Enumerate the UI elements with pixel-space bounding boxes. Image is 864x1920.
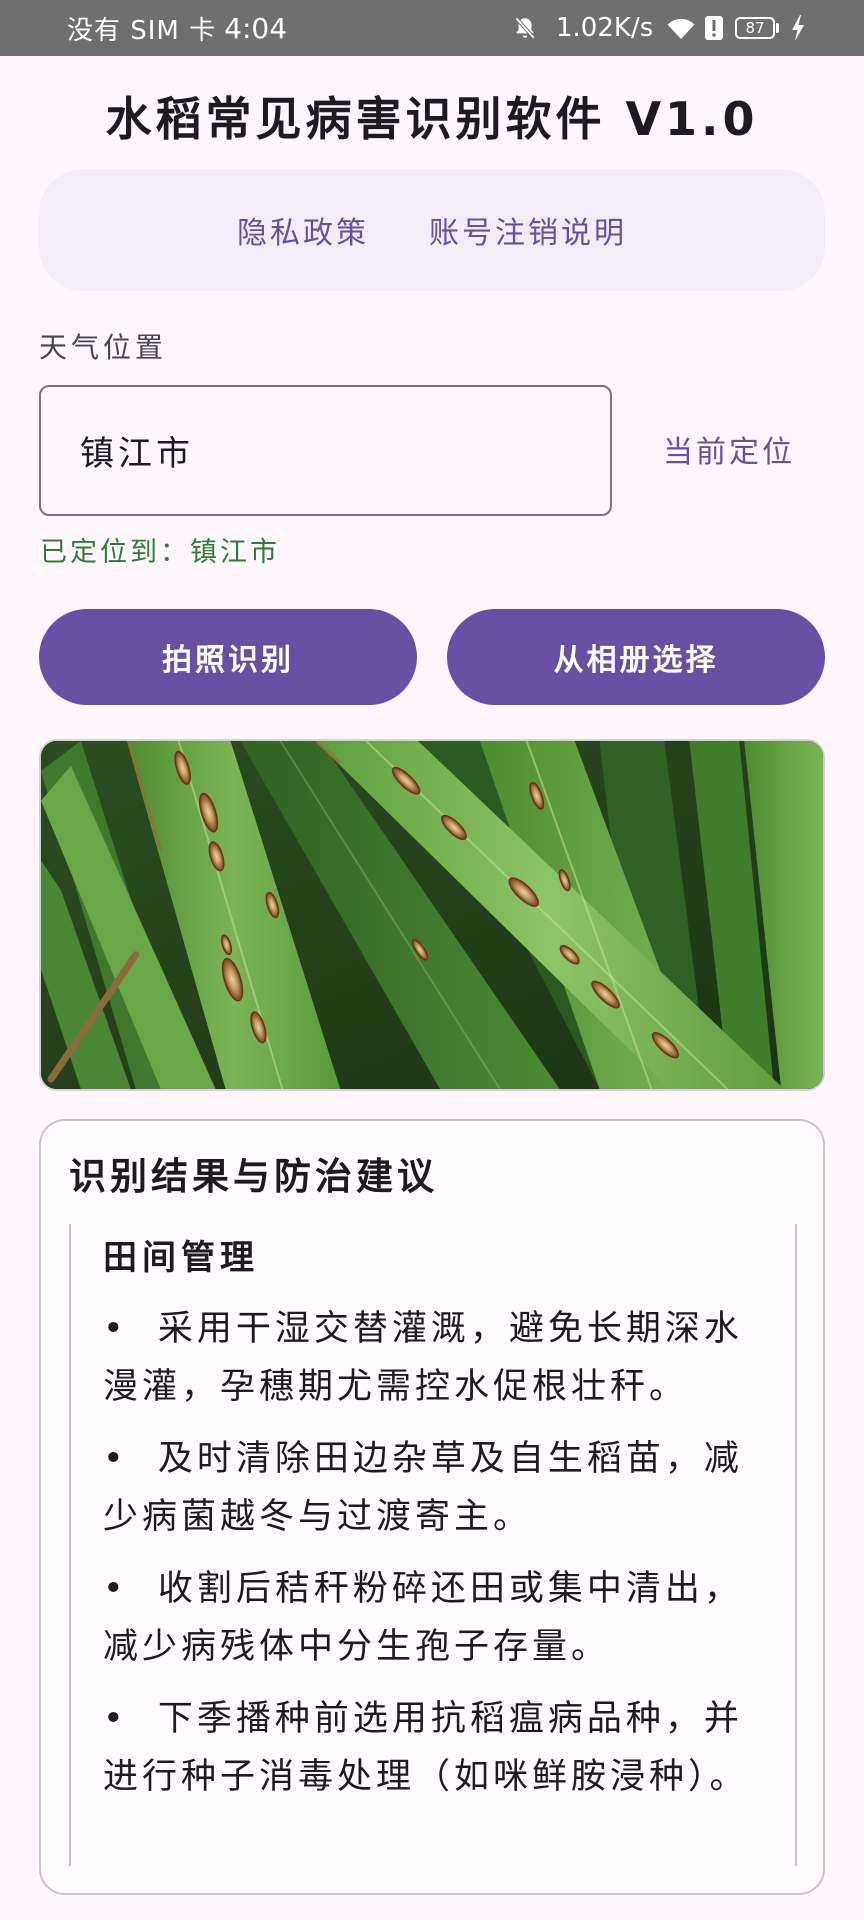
choose-from-album-button[interactable]: 从相册选择 — [447, 609, 825, 705]
location-status: 已定位到：镇江市 — [40, 537, 280, 568]
list-item: • 收割后秸秆粉碎还田或集中清出，减少病残体中分生孢子存量。 — [103, 1569, 743, 1667]
weather-location-input[interactable] — [39, 385, 612, 516]
wifi-icon — [666, 17, 696, 40]
rice-leaf-photo — [41, 741, 823, 1089]
advice-list: • 采用干湿交替灌溉，避免长期深水漫灌，孕穗期尤需控水促根壮秆。 • 及时清除田… — [103, 1300, 759, 1820]
carrier-status: 没有 SIM 卡 — [67, 15, 217, 46]
policy-links-card: 隐私政策 账号注销说明 — [39, 169, 825, 291]
result-title: 识别结果与防治建议 — [69, 1155, 438, 1198]
weather-location-label: 天气位置 — [39, 331, 168, 364]
privacy-policy-link[interactable]: 隐私政策 — [237, 208, 369, 252]
status-left: 没有 SIM 卡 4:04 — [67, 0, 287, 56]
clock: 4:04 — [224, 11, 288, 45]
alert-icon — [705, 16, 723, 40]
list-item: • 下季播种前选用抗稻瘟病品种，并进行种子消毒处理（如咪鲜胺浸种）。 — [103, 1699, 749, 1797]
take-photo-button[interactable]: 拍照识别 — [39, 609, 417, 705]
page-title: 水稻常见病害识别软件 V1.0 — [105, 92, 759, 146]
result-content[interactable]: 田间管理 • 采用干湿交替灌溉，避免长期深水漫灌，孕穗期尤需控水促根壮秆。 • … — [69, 1224, 797, 1866]
battery-nub — [776, 23, 779, 33]
charging-icon — [791, 15, 805, 41]
current-location-button[interactable]: 当前定位 — [663, 432, 795, 474]
battery-icon: 87 — [735, 17, 775, 39]
battery-level: 87 — [745, 19, 765, 37]
list-item: • 及时清除田边杂草及自生稻苗，减少病菌越冬与过渡寄主。 — [103, 1439, 743, 1537]
section-title: 田间管理 — [103, 1238, 259, 1278]
result-card: 识别结果与防治建议 田间管理 • 采用干湿交替灌溉，避免长期深水漫灌，孕穗期尤需… — [39, 1119, 825, 1895]
network-speed: 1.02K/s — [556, 13, 654, 43]
account-deletion-link[interactable]: 账号注销说明 — [429, 208, 627, 252]
notifications-off-icon — [512, 15, 538, 41]
list-item: • 采用干湿交替灌溉，避免长期深水漫灌，孕穗期尤需控水促根壮秆。 — [103, 1309, 743, 1407]
selected-image — [39, 739, 825, 1091]
status-bar: 没有 SIM 卡 4:04 1.02K/s 87 — [0, 0, 864, 56]
